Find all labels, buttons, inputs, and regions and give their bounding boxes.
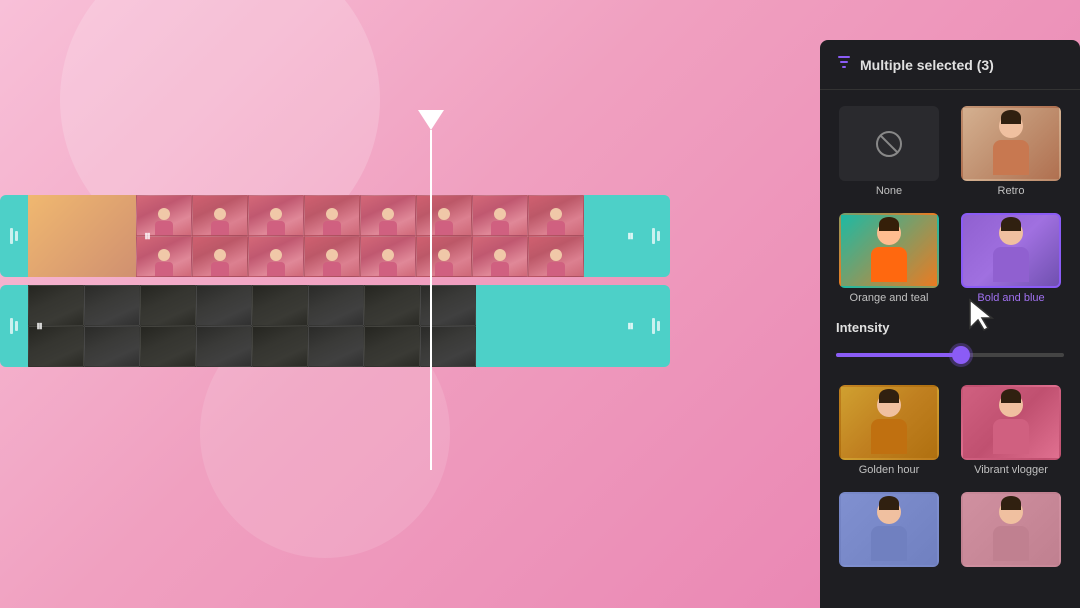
intensity-thumb[interactable] [952, 346, 970, 364]
filter-orange-teal-label: Orange and teal [850, 292, 929, 304]
frame-cell [192, 195, 248, 236]
track-left-icon: ⏸ [144, 228, 151, 245]
filter-retro-thumb [961, 106, 1061, 181]
dark-frame-cell [308, 285, 364, 326]
frame-cell [416, 236, 472, 277]
intensity-section: Intensity [820, 312, 1080, 377]
track-right-icon: ⏸ [627, 228, 634, 245]
dark-frame-cell [196, 326, 252, 367]
dark-frame-cell [196, 285, 252, 326]
frame-row-dark-top [28, 285, 642, 326]
filter-retro[interactable]: Retro [954, 102, 1068, 201]
track-handle-bars [10, 228, 18, 244]
panel-title: Multiple selected (3) [860, 57, 994, 73]
filter-bold-blue-label: Bold and blue [977, 292, 1044, 304]
dark-frame-cell [84, 326, 140, 367]
dark-frame-cell [364, 285, 420, 326]
filter-orange-teal[interactable]: Orange and teal [832, 209, 946, 308]
dark-frame-cell [84, 285, 140, 326]
filter-icon [836, 54, 852, 75]
filter-grid-bottom: Golden hour Vibrant vlogger [820, 377, 1080, 583]
dark-frame-cell [364, 326, 420, 367]
video-track-1: ⏸ ⏸ [0, 195, 670, 277]
dark-frame-cell [252, 285, 308, 326]
track-placeholder [28, 195, 136, 277]
frame-cell [304, 236, 360, 277]
track-2-handle-bars-right [652, 318, 660, 334]
track-1-frames: ⏸ ⏸ [136, 195, 642, 277]
filter-orange-teal-thumb [839, 213, 939, 288]
filter-golden-hour[interactable]: Golden hour [832, 381, 946, 480]
playhead-arrow [418, 110, 444, 130]
track-2-left-icon: ⏸ [36, 318, 43, 335]
filter-golden-thumb [839, 385, 939, 460]
filter-vibrant-thumb [961, 385, 1061, 460]
frame-cell [192, 236, 248, 277]
filter-vibrant-label: Vibrant vlogger [974, 464, 1048, 476]
track-2-right-icon: ⏸ [627, 318, 634, 335]
filter-bold-blue[interactable]: Bold and blue [954, 209, 1068, 308]
frame-cell [472, 236, 528, 277]
filter-none-thumb [839, 106, 939, 181]
frame-cell [528, 195, 584, 236]
frame-row-bottom [136, 236, 642, 277]
frame-row-dark-bottom [28, 326, 642, 367]
filter-more-1[interactable] [832, 488, 946, 571]
filter-grid-top: None Retro Orange and teal [820, 90, 1080, 312]
intensity-slider[interactable] [836, 345, 1064, 365]
filter-more2-thumb [961, 492, 1061, 567]
filter-bold-blue-thumb [961, 213, 1061, 288]
playhead[interactable] [430, 130, 432, 470]
frame-cell [248, 236, 304, 277]
filter-vibrant-vlogger[interactable]: Vibrant vlogger [954, 381, 1068, 480]
filter-panel: Multiple selected (3) None Retro [820, 40, 1080, 608]
video-track-2: ⏸ ⏸ [0, 285, 670, 367]
track-1-right-handle[interactable] [642, 195, 670, 277]
frame-cell [528, 236, 584, 277]
intensity-title: Intensity [836, 320, 1064, 335]
dark-frame-cell [308, 326, 364, 367]
track-2-right-handle[interactable] [642, 285, 670, 367]
track-1-left-handle[interactable] [0, 195, 28, 277]
dark-frame-cell [140, 326, 196, 367]
filter-golden-label: Golden hour [859, 464, 920, 476]
track-2-frames: ⏸ ⏸ [28, 285, 642, 367]
frame-cell [304, 195, 360, 236]
intensity-fill [836, 353, 961, 357]
track-handle-bars-right [652, 228, 660, 244]
track-2-handle-bars [10, 318, 18, 334]
frame-row-top [136, 195, 642, 236]
dark-frame-cell [420, 285, 476, 326]
filter-more1-thumb [839, 492, 939, 567]
panel-header: Multiple selected (3) [820, 40, 1080, 90]
filter-retro-label: Retro [998, 185, 1025, 197]
frame-cell [416, 195, 472, 236]
track-2-left-handle[interactable] [0, 285, 28, 367]
dark-frame-cell [420, 326, 476, 367]
filter-more-2[interactable] [954, 488, 1068, 571]
frame-cell [360, 236, 416, 277]
frame-cell [472, 195, 528, 236]
filter-none[interactable]: None [832, 102, 946, 201]
dark-frame-cell [140, 285, 196, 326]
filter-none-label: None [876, 185, 902, 197]
timeline-area: ⏸ ⏸ [0, 195, 670, 367]
frame-cell [360, 195, 416, 236]
dark-frame-cell [252, 326, 308, 367]
intensity-track [836, 353, 1064, 357]
frame-cell [248, 195, 304, 236]
